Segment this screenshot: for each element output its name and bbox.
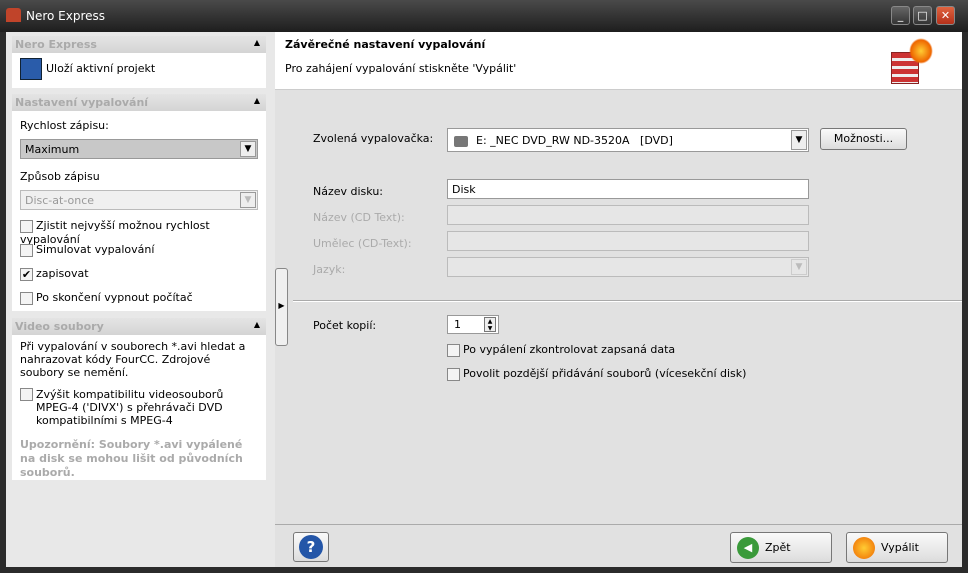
copies-stepper[interactable]: 1 ▲ ▼ — [447, 315, 499, 334]
drive-icon — [454, 135, 468, 147]
divider — [293, 300, 962, 302]
title-bar: Nero Express _ □ ✕ — [0, 0, 968, 32]
main-panel: Závěrečné nastavení vypalování Pro zaháj… — [275, 32, 962, 567]
back-label: Zpět — [765, 541, 791, 554]
section-title: Nastavení vypalování — [15, 96, 149, 109]
window-title: Nero Express — [26, 9, 106, 23]
recorder-label: Zvolená vypalovačka: — [313, 132, 434, 145]
left-panel: Nero Express ▲ Uloží aktivní projekt Nast… — [12, 36, 266, 480]
check-label: Povolit pozdější přidávání souborů (více… — [463, 367, 747, 380]
speed-value: Maximum — [25, 143, 80, 156]
cdtext-artist-label: Umělec (CD-Text): — [313, 237, 412, 250]
section-title: Nero Express — [15, 38, 97, 51]
maximize-button[interactable]: □ — [913, 6, 932, 25]
checkbox[interactable] — [20, 219, 33, 233]
section-burn-settings: Nastavení vypalování ▲ Rychlost zápisu: M… — [12, 94, 266, 311]
help-button[interactable]: ? — [293, 532, 329, 562]
burn-label: Vypálit — [881, 541, 919, 554]
nero-logo-icon — [887, 38, 937, 86]
spin-arrows-icon[interactable]: ▲ ▼ — [484, 317, 496, 332]
checkbox[interactable] — [20, 291, 33, 305]
recorder-select[interactable]: E: _NEC DVD_RW ND-3520A [DVD] ▼ — [447, 128, 809, 152]
method-select[interactable]: Disc-at-once ▼ — [20, 190, 258, 210]
check-simulate[interactable]: Simulovat vypalování — [20, 243, 154, 257]
page-subtitle: Pro zahájení vypalování stiskněte 'Vypál… — [285, 62, 517, 75]
save-project-link[interactable]: Uloží aktivní projekt — [20, 58, 155, 80]
check-multisession[interactable]: Povolit pozdější přidávání souborů (více… — [447, 367, 746, 381]
check-shutdown[interactable]: Po skončení vypnout počítač — [20, 291, 193, 305]
check-verify[interactable]: Po vypálení zkontrolovat zapsaná data — [447, 343, 675, 357]
checkbox[interactable] — [20, 388, 33, 401]
floppy-disk-icon — [20, 58, 42, 80]
checkbox[interactable] — [447, 367, 460, 381]
recorder-value: E: _NEC DVD_RW ND-3520A [DVD] — [476, 134, 673, 147]
back-button[interactable]: ◀ Zpět — [730, 532, 832, 563]
burn-button[interactable]: Vypálit — [846, 532, 948, 563]
burn-icon — [853, 537, 875, 559]
page-title: Závěrečné nastavení vypalování — [285, 38, 486, 51]
bottom-bar: ? ◀ Zpět Vypálit — [275, 524, 962, 567]
options-button[interactable]: Možnosti... — [820, 128, 907, 150]
cdtext-artist-input[interactable] — [447, 231, 809, 251]
speed-select[interactable]: Maximum ▼ — [20, 139, 258, 159]
chevron-down-icon: ▼ — [791, 259, 807, 275]
check-label: Po skončení vypnout počítač — [36, 291, 193, 304]
copies-value: 1 — [454, 318, 461, 331]
method-value: Disc-at-once — [25, 194, 95, 207]
collapse-icon[interactable]: ▲ — [254, 38, 260, 47]
speed-label: Rychlost zápisu: — [20, 119, 109, 132]
cdtext-title-input[interactable] — [447, 205, 809, 225]
collapse-icon[interactable]: ▲ — [254, 96, 260, 105]
check-write[interactable]: ✔ zapisovat — [20, 267, 89, 281]
panel-toggle-button[interactable]: ▶ — [275, 268, 288, 346]
section-header[interactable]: Video soubory ▲ — [12, 318, 266, 335]
warning-text: Upozornění: Soubory *.avi vypálené na di… — [20, 438, 243, 479]
checkbox[interactable] — [447, 343, 460, 357]
disc-name-input[interactable]: Disk — [447, 179, 809, 199]
check-label: Zjistit nejvyšší možnou rychlost vypalov… — [20, 219, 210, 246]
language-select[interactable]: ▼ — [447, 257, 809, 277]
copies-label: Počet kopií: — [313, 319, 377, 332]
video-description: Při vypalování v souborech *.avi hledat … — [20, 340, 246, 379]
cdtext-title-label: Název (CD Text): — [313, 211, 405, 224]
back-arrow-icon: ◀ — [737, 537, 759, 559]
chevron-down-icon: ▼ — [240, 141, 256, 157]
check-mpeg4[interactable]: Zvýšit kompatibilitu videosouborů MPEG-4… — [20, 388, 256, 427]
check-label: Zvýšit kompatibilitu videosouborů MPEG-4… — [36, 388, 224, 427]
chevron-down-icon: ▼ — [791, 130, 807, 150]
checkbox[interactable] — [20, 243, 33, 257]
section-header[interactable]: Nero Express ▲ — [12, 36, 266, 53]
chevron-down-icon: ▼ — [240, 192, 256, 208]
collapse-icon[interactable]: ▲ — [254, 320, 260, 329]
window-body: Nero Express ▲ Uloží aktivní projekt Nast… — [6, 32, 962, 567]
section-nero-express: Nero Express ▲ Uloží aktivní projekt — [12, 36, 266, 88]
close-button[interactable]: ✕ — [936, 6, 955, 25]
section-title: Video soubory — [15, 320, 104, 333]
section-header[interactable]: Nastavení vypalování ▲ — [12, 94, 266, 111]
nero-app-icon — [6, 8, 21, 22]
section-video-files: Video soubory ▲ Při vypalování v souborec… — [12, 318, 266, 480]
help-icon: ? — [299, 535, 323, 559]
check-label: Simulovat vypalování — [36, 243, 155, 256]
checkbox-checked[interactable]: ✔ — [20, 267, 33, 281]
check-max-speed[interactable]: Zjistit nejvyšší možnou rychlost vypalov… — [20, 219, 266, 246]
minimize-button[interactable]: _ — [891, 6, 910, 25]
disc-name-label: Název disku: — [313, 185, 383, 198]
method-label: Způsob zápisu — [20, 170, 100, 183]
check-label: Po vypálení zkontrolovat zapsaná data — [463, 343, 676, 356]
language-label: Jazyk: — [313, 263, 346, 276]
page-header: Závěrečné nastavení vypalování Pro zaháj… — [275, 32, 962, 90]
check-label: zapisovat — [36, 267, 89, 280]
save-label: Uloží aktivní projekt — [46, 62, 156, 75]
